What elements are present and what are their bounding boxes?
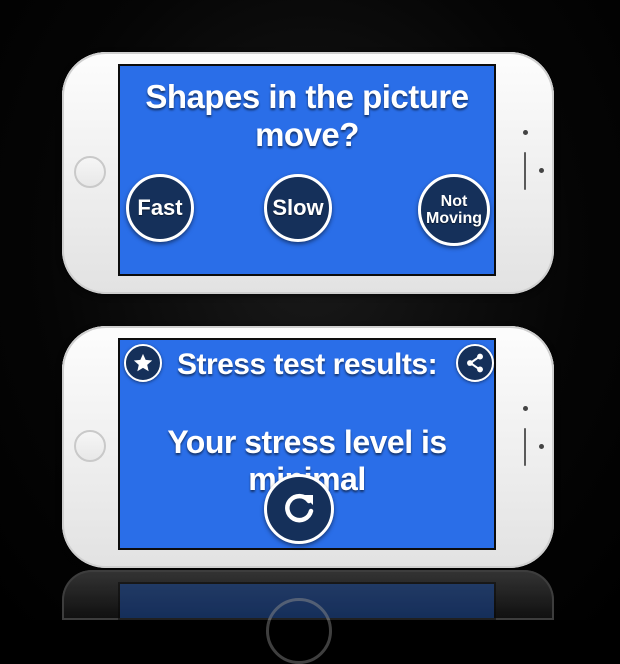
share-icon [467,353,483,373]
camera-dot [523,406,528,411]
not-moving-label-line1: Not [440,193,468,210]
refresh-icon [285,493,314,523]
share-button[interactable] [456,344,494,382]
home-button[interactable] [74,430,106,462]
camera-dot [523,130,528,135]
phone-reflection [62,570,554,664]
slow-button-label: Slow [272,195,324,220]
restart-button[interactable] [264,474,334,544]
slow-button[interactable]: Slow [264,174,332,242]
not-moving-label-line2: Moving [426,210,482,227]
sensor-dot [539,444,544,449]
phone-frame-results: Stress test results: Your stress level i… [62,326,554,568]
reflection-screen [118,582,496,664]
fast-button-label: Fast [137,195,183,220]
home-button[interactable] [74,156,106,188]
results-screen: Stress test results: Your stress level i… [118,338,496,550]
sensor-dot [539,168,544,173]
question-screen: Shapes in the picture move? Fast Slow No… [118,64,496,276]
phone-frame-question: Shapes in the picture move? Fast Slow No… [62,52,554,294]
fast-button[interactable]: Fast [126,174,194,242]
results-title: Stress test results: [176,348,438,381]
side-slot [524,428,526,466]
question-title: Shapes in the picture move? [145,78,469,153]
app-stage: Shapes in the picture move? Fast Slow No… [0,0,620,664]
side-slot [524,152,526,190]
reflection-restart-ring [266,598,332,664]
not-moving-button[interactable]: Not Moving [418,174,490,246]
